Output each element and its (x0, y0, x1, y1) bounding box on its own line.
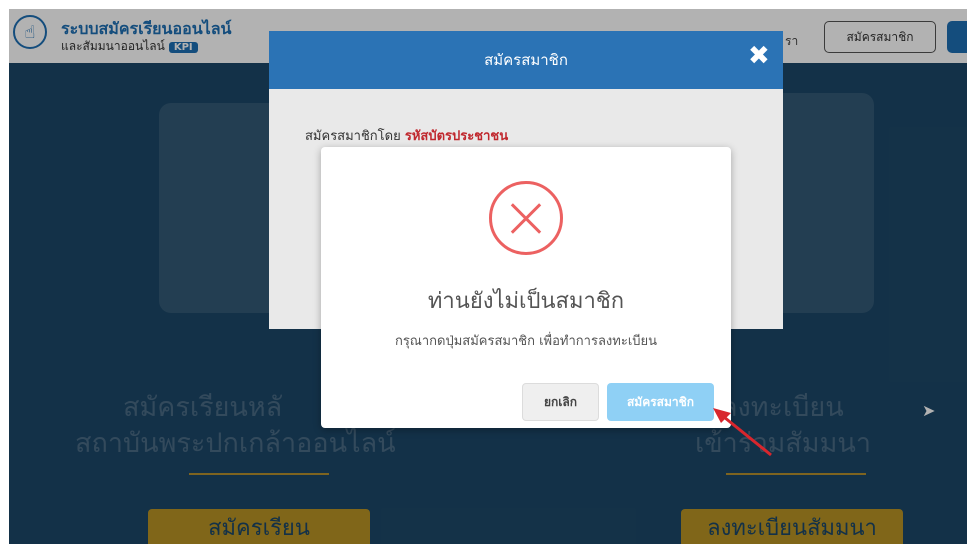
alert-message: กรุณากดปุ่มสมัครสมาชิก เพื่อทำการลงทะเบี… (394, 334, 658, 349)
register-method-highlight: รหัสบัตรประชาชน (404, 129, 509, 144)
confirm-register-button[interactable]: สมัครสมาชิก (607, 383, 714, 421)
not-member-alert: ท่านยังไม่เป็นสมาชิก กรุณากดปุ่มสมัครสมา… (321, 147, 731, 428)
alert-title: ท่านยังไม่เป็นสมาชิก (427, 289, 625, 314)
cancel-button[interactable]: ยกเลิก (522, 383, 599, 421)
app-frame: ☝ ระบบสมัครเรียนออนไลน์ และสัมมนาออนไลน์… (9, 9, 967, 544)
register-method-label: สมัครสมาชิกโดย รหัสบัตรประชาชน (305, 125, 508, 146)
register-method-prefix: สมัครสมาชิกโดย (305, 129, 401, 144)
register-modal-header: สมัครสมาชิก ✖ (269, 31, 783, 89)
register-modal-title: สมัครสมาชิก (484, 51, 568, 69)
close-icon[interactable]: ✖ (748, 41, 770, 71)
error-x-icon (489, 181, 563, 255)
